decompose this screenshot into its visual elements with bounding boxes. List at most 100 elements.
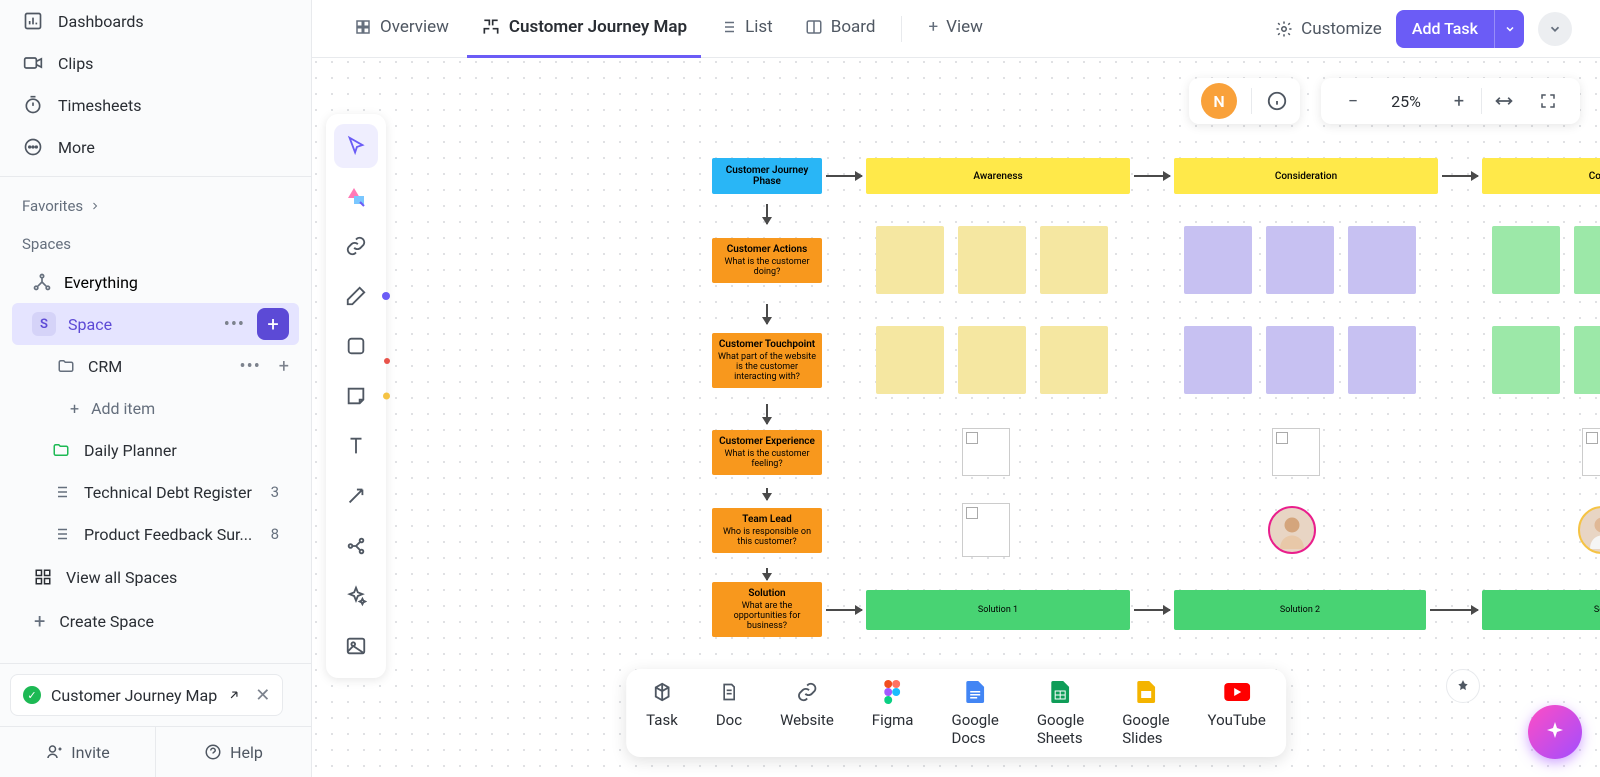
image-placeholder[interactable]: [962, 428, 1010, 476]
info-button[interactable]: [1266, 90, 1288, 112]
tab-board[interactable]: Board: [791, 0, 890, 58]
team-lead-avatar[interactable]: [1268, 506, 1316, 554]
image-placeholder[interactable]: [962, 503, 1010, 557]
nav-more[interactable]: More: [12, 126, 299, 168]
list-daily-planner[interactable]: Daily Planner: [12, 429, 299, 471]
insert-gsheets[interactable]: Google Sheets: [1037, 679, 1084, 747]
phase-awareness[interactable]: Awareness: [866, 158, 1130, 194]
invite-button[interactable]: Invite: [0, 727, 156, 777]
folder-crm[interactable]: CRM ••• +: [12, 345, 299, 387]
everything-row[interactable]: Everything: [12, 261, 299, 303]
tool-text[interactable]: [334, 424, 378, 468]
sticky-note[interactable]: [1040, 226, 1108, 294]
team-lead-avatar[interactable]: [1578, 506, 1600, 554]
folder-add-icon[interactable]: +: [279, 356, 289, 377]
tab-list[interactable]: List: [705, 0, 787, 58]
tool-mindmap[interactable]: [334, 524, 378, 568]
nav-timesheets[interactable]: Timesheets: [12, 84, 299, 126]
insert-doc[interactable]: Doc: [716, 679, 742, 747]
sticky-note[interactable]: [1040, 326, 1108, 394]
sticky-note[interactable]: [1492, 326, 1560, 394]
sticky-note[interactable]: [1574, 326, 1600, 394]
insert-website[interactable]: Website: [780, 679, 834, 747]
space-row[interactable]: S Space ••• +: [12, 303, 299, 345]
tool-image[interactable]: [334, 624, 378, 668]
tab-overview[interactable]: Overview: [340, 0, 463, 58]
sticky-note[interactable]: [1184, 226, 1252, 294]
list-feedback[interactable]: Product Feedback Sur... 8: [12, 513, 299, 555]
external-link-icon[interactable]: [227, 688, 241, 702]
list-icon: [52, 483, 72, 501]
chevron-right-icon: [89, 200, 101, 212]
list-tech-debt[interactable]: Technical Debt Register 3: [12, 471, 299, 513]
tab-add-view[interactable]: + View: [914, 0, 996, 58]
favorites-section[interactable]: Favorites: [0, 185, 311, 223]
whiteboard-canvas[interactable]: N − 25% + Customer Journey Phase Awarene…: [312, 58, 1600, 777]
pin-icon: [1456, 679, 1470, 693]
insert-figma[interactable]: Figma: [872, 679, 914, 747]
image-placeholder[interactable]: [1272, 428, 1320, 476]
insert-youtube[interactable]: YouTube: [1208, 679, 1266, 747]
close-icon[interactable]: ✕: [255, 685, 270, 706]
tool-connector[interactable]: [334, 474, 378, 518]
ai-fab[interactable]: [1528, 705, 1582, 759]
sticky-note[interactable]: [1492, 226, 1560, 294]
fullscreen-button[interactable]: [1526, 78, 1570, 124]
more-menu[interactable]: [1538, 12, 1572, 46]
folder-more-icon[interactable]: •••: [240, 356, 261, 377]
user-avatar[interactable]: N: [1201, 83, 1237, 119]
sticky-note[interactable]: [1574, 226, 1600, 294]
tool-cursor[interactable]: [334, 124, 378, 168]
insert-gslides[interactable]: Google Slides: [1122, 679, 1169, 747]
row-experience[interactable]: Customer ExperienceWhat is the customer …: [712, 430, 822, 475]
fit-width-button[interactable]: [1482, 78, 1526, 124]
image-placeholder[interactable]: [1582, 428, 1600, 476]
nav-clips[interactable]: Clips: [12, 42, 299, 84]
create-space[interactable]: + Create Space: [12, 599, 299, 643]
add-item-row[interactable]: + Add item: [12, 387, 299, 429]
zoom-value[interactable]: 25%: [1375, 78, 1437, 124]
sticky-note[interactable]: [876, 326, 944, 394]
pin-button[interactable]: [1446, 669, 1480, 703]
space-name: Space: [68, 315, 112, 334]
sticky-note[interactable]: [1348, 326, 1416, 394]
tab-journey-map[interactable]: Customer Journey Map: [467, 0, 701, 58]
insert-gdocs[interactable]: Google Docs: [951, 679, 998, 747]
zoom-out-button[interactable]: −: [1331, 78, 1375, 124]
row-team-lead[interactable]: Team LeadWho is responsible on this cust…: [712, 508, 822, 553]
solution-card[interactable]: Solution 3: [1482, 590, 1600, 630]
row-actions[interactable]: Customer ActionsWhat is the customer doi…: [712, 238, 822, 283]
journey-header-card[interactable]: Customer Journey Phase: [712, 158, 822, 194]
tool-pen[interactable]: [334, 274, 378, 318]
add-task-button[interactable]: Add Task: [1396, 10, 1524, 48]
space-more-icon[interactable]: •••: [224, 314, 245, 335]
solution-card[interactable]: Solution 1: [866, 590, 1130, 630]
open-chip-journey[interactable]: ✓ Customer Journey Map ✕: [10, 674, 283, 716]
sticky-note[interactable]: [958, 226, 1026, 294]
help-button[interactable]: Help: [156, 727, 311, 777]
insert-task[interactable]: Task: [646, 679, 678, 747]
sticky-note[interactable]: [1184, 326, 1252, 394]
sticky-note[interactable]: [1266, 226, 1334, 294]
nav-dashboards[interactable]: Dashboards: [12, 0, 299, 42]
phase-conversion[interactable]: Conversion: [1482, 158, 1600, 194]
space-add-button[interactable]: +: [257, 308, 289, 340]
sticky-note[interactable]: [1348, 226, 1416, 294]
zoom-in-button[interactable]: +: [1437, 78, 1481, 124]
sticky-note[interactable]: [876, 226, 944, 294]
add-task-dropdown[interactable]: [1494, 10, 1524, 48]
sticky-note[interactable]: [958, 326, 1026, 394]
customize-button[interactable]: Customize: [1275, 19, 1382, 39]
view-all-spaces[interactable]: View all Spaces: [12, 555, 299, 599]
tool-link[interactable]: [334, 224, 378, 268]
tool-ai[interactable]: [334, 574, 378, 618]
solution-card[interactable]: Solution 2: [1174, 590, 1426, 630]
row-touchpoint[interactable]: Customer TouchpointWhat part of the webs…: [712, 333, 822, 388]
tool-sticky[interactable]: [334, 374, 378, 418]
sidebar: Dashboards Clips Timesheets More Favorit…: [0, 0, 312, 777]
phase-consideration[interactable]: Consideration: [1174, 158, 1438, 194]
tool-shapes[interactable]: [334, 174, 378, 218]
sticky-note[interactable]: [1266, 326, 1334, 394]
tool-rectangle[interactable]: [334, 324, 378, 368]
row-solution[interactable]: SolutionWhat are the opportunities for b…: [712, 582, 822, 637]
